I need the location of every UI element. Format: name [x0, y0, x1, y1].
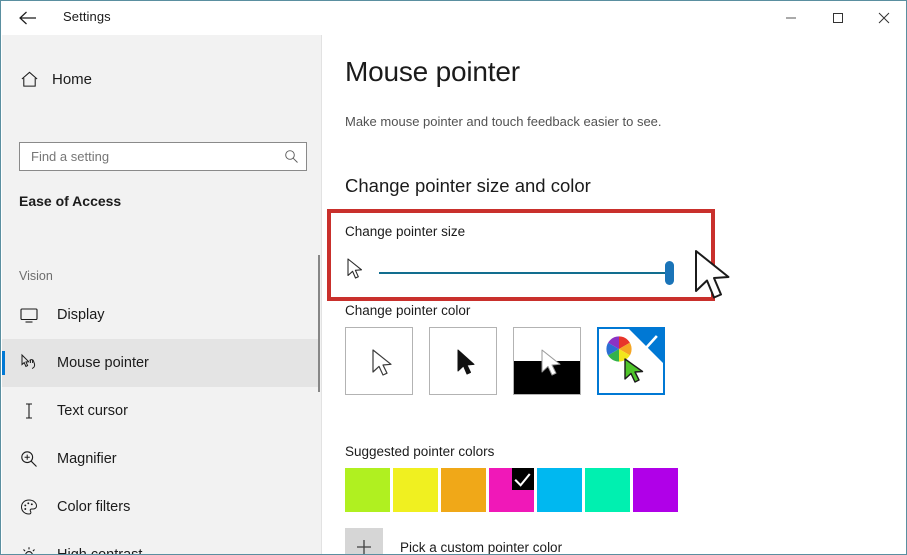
settings-window: Settings Home Find a setting Ease of Acc… — [0, 0, 907, 555]
page-title: Mouse pointer — [345, 56, 520, 87]
pointer-option-white[interactable] — [345, 327, 413, 395]
slider-track[interactable] — [379, 272, 669, 274]
suggested-colors-label: Suggested pointer colors — [345, 444, 495, 459]
sidebar-item-magnifier[interactable]: Magnifier — [2, 435, 320, 483]
back-arrow-icon — [19, 11, 36, 25]
monitor-icon — [19, 305, 51, 325]
home-icon — [8, 70, 50, 89]
close-icon — [878, 12, 890, 23]
black-pointer-icon — [457, 349, 475, 375]
back-button[interactable] — [11, 4, 45, 32]
small-cursor-preview-icon — [345, 257, 367, 288]
check-icon — [638, 335, 658, 351]
window-title: Settings — [63, 9, 111, 24]
suggested-color-swatches — [345, 468, 678, 512]
sidebar-item-label: Display — [57, 307, 105, 323]
sidebar-item-mouse-pointer[interactable]: Mouse pointer — [2, 339, 320, 387]
brightness-icon — [19, 545, 51, 554]
check-icon — [514, 473, 531, 487]
pointer-option-inverted[interactable] — [513, 327, 581, 395]
title-bar: Settings — [1, 1, 906, 35]
sidebar-nav-list: Display Mouse pointer Text cursor Magnif… — [2, 291, 320, 555]
page-subtitle: Make mouse pointer and touch feedback ea… — [345, 114, 662, 129]
inverted-pointer-icon — [541, 349, 561, 376]
sidebar-item-label: Magnifier — [57, 451, 117, 467]
swatch-magenta[interactable] — [489, 468, 534, 512]
magnifier-icon — [19, 449, 51, 469]
swatch-yellow[interactable] — [393, 468, 438, 512]
search-input[interactable] — [20, 149, 276, 164]
slider-thumb[interactable] — [665, 261, 674, 285]
white-pointer-icon — [372, 349, 392, 376]
sidebar-item-label: Home — [52, 70, 93, 88]
section-title: Change pointer size and color — [345, 175, 591, 196]
pointer-size-label: Change pointer size — [345, 224, 466, 239]
main-content: Mouse pointer Make mouse pointer and tou… — [322, 35, 906, 555]
pointer-option-custom-color[interactable] — [597, 327, 665, 395]
sidebar-item-text-cursor[interactable]: Text cursor — [2, 387, 320, 435]
pointer-color-label: Change pointer color — [345, 303, 471, 318]
add-custom-color-button[interactable] — [345, 528, 383, 554]
palette-icon — [19, 497, 51, 517]
sidebar: Home Ease of Access Vision — [2, 35, 322, 555]
sidebar-item-label: Mouse pointer — [57, 355, 149, 371]
custom-color-row[interactable]: Pick a custom pointer color — [345, 528, 563, 555]
sidebar-item-label: Color filters — [57, 499, 131, 515]
maximize-icon — [833, 12, 843, 23]
minimize-button[interactable] — [768, 1, 814, 34]
sidebar-item-home[interactable]: Home — [8, 61, 308, 97]
search-box[interactable] — [19, 142, 307, 171]
maximize-button[interactable] — [815, 1, 861, 34]
custom-color-label: Pick a custom pointer color — [400, 539, 563, 555]
pointer-size-slider[interactable] — [345, 250, 730, 299]
search-icon[interactable] — [276, 149, 306, 164]
text-cursor-icon — [19, 401, 51, 421]
large-cursor-preview-icon — [690, 247, 740, 312]
close-button[interactable] — [861, 1, 906, 34]
sidebar-item-color-filters[interactable]: Color filters — [2, 483, 320, 531]
swatch-orange[interactable] — [441, 468, 486, 512]
swatch-spring-green[interactable] — [585, 468, 630, 512]
sidebar-scrollbar[interactable] — [318, 255, 320, 392]
swatch-purple[interactable] — [633, 468, 678, 512]
minimize-icon — [786, 17, 796, 18]
mouse-pointer-icon — [19, 353, 51, 373]
pointer-color-options — [345, 327, 665, 395]
swatch-yellow-green[interactable] — [345, 468, 390, 512]
plus-icon — [357, 540, 371, 554]
sidebar-item-display[interactable]: Display — [2, 291, 320, 339]
sidebar-item-high-contrast[interactable]: High contrast — [2, 531, 320, 555]
sidebar-item-label: High contrast — [57, 547, 143, 555]
category-title: Ease of Access — [19, 193, 122, 209]
sidebar-group-label: Vision — [19, 269, 53, 283]
swatch-cyan[interactable] — [537, 468, 582, 512]
pointer-option-black[interactable] — [429, 327, 497, 395]
sidebar-item-label: Text cursor — [57, 403, 128, 419]
